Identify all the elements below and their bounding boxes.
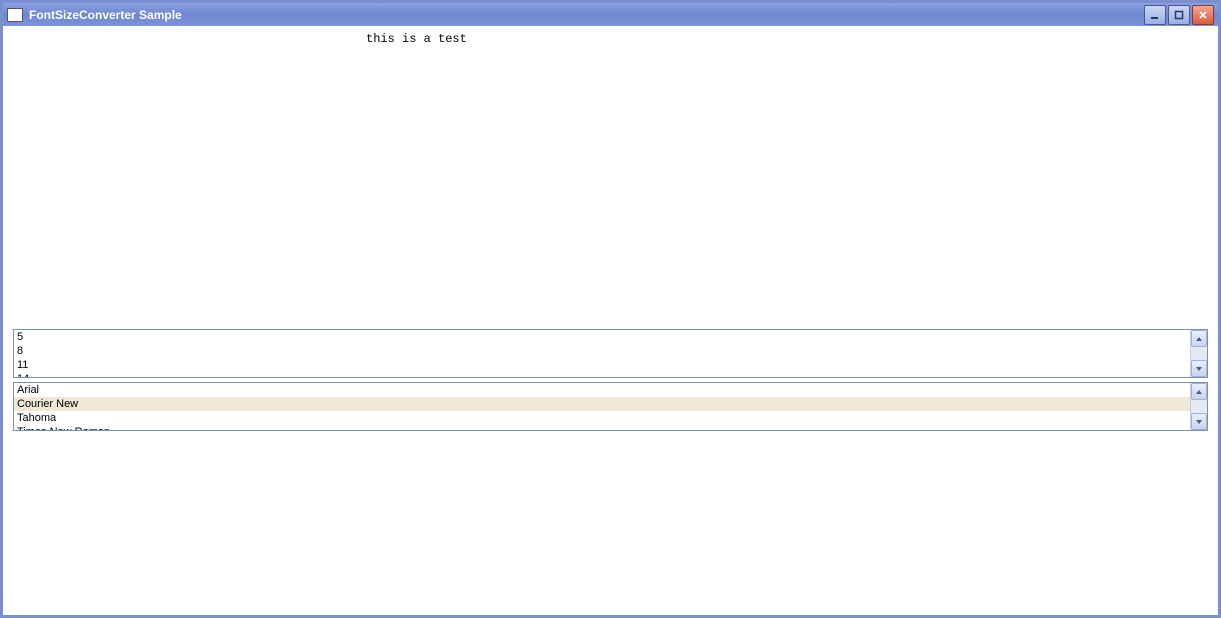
close-button[interactable] [1192,5,1214,25]
scroll-down-button[interactable] [1191,360,1207,377]
list-item[interactable]: 5 [14,330,1191,344]
list-item[interactable]: Arial [14,383,1191,397]
system-menu-icon[interactable] [7,8,23,22]
list-item[interactable]: 11 [14,358,1191,372]
scroll-track[interactable] [1191,400,1207,413]
window-frame: FontSizeConverter Sample this is a test … [0,0,1221,618]
close-icon [1198,10,1208,20]
chevron-down-icon [1195,366,1203,372]
window-buttons [1144,5,1214,25]
list-item[interactable]: Times New Roman [14,425,1191,430]
font-family-listbox-view: Arial Courier New Tahoma Times New Roman [14,383,1191,430]
client-area: this is a test 5 8 11 14 Arial [6,29,1215,612]
list-item[interactable]: 8 [14,344,1191,358]
scroll-up-button[interactable] [1191,330,1207,347]
scroll-up-button[interactable] [1191,383,1207,400]
maximize-button[interactable] [1168,5,1190,25]
list-item[interactable]: Tahoma [14,411,1191,425]
list-item[interactable]: 14 [14,372,1191,377]
minimize-button[interactable] [1144,5,1166,25]
window-title: FontSizeConverter Sample [29,8,1144,22]
scroll-down-button[interactable] [1191,413,1207,430]
font-family-listbox[interactable]: Arial Courier New Tahoma Times New Roman [13,382,1208,431]
scrollbar[interactable] [1190,330,1207,377]
scroll-track[interactable] [1191,347,1207,360]
minimize-icon [1150,10,1160,20]
maximize-icon [1174,10,1184,20]
chevron-up-icon [1195,336,1203,342]
chevron-up-icon [1195,389,1203,395]
scrollbar[interactable] [1190,383,1207,430]
font-size-listbox[interactable]: 5 8 11 14 [13,329,1208,378]
titlebar[interactable]: FontSizeConverter Sample [3,3,1218,26]
chevron-down-icon [1195,419,1203,425]
sample-text: this is a test [366,32,467,46]
font-size-listbox-view: 5 8 11 14 [14,330,1191,377]
list-item[interactable]: Courier New [14,397,1191,411]
